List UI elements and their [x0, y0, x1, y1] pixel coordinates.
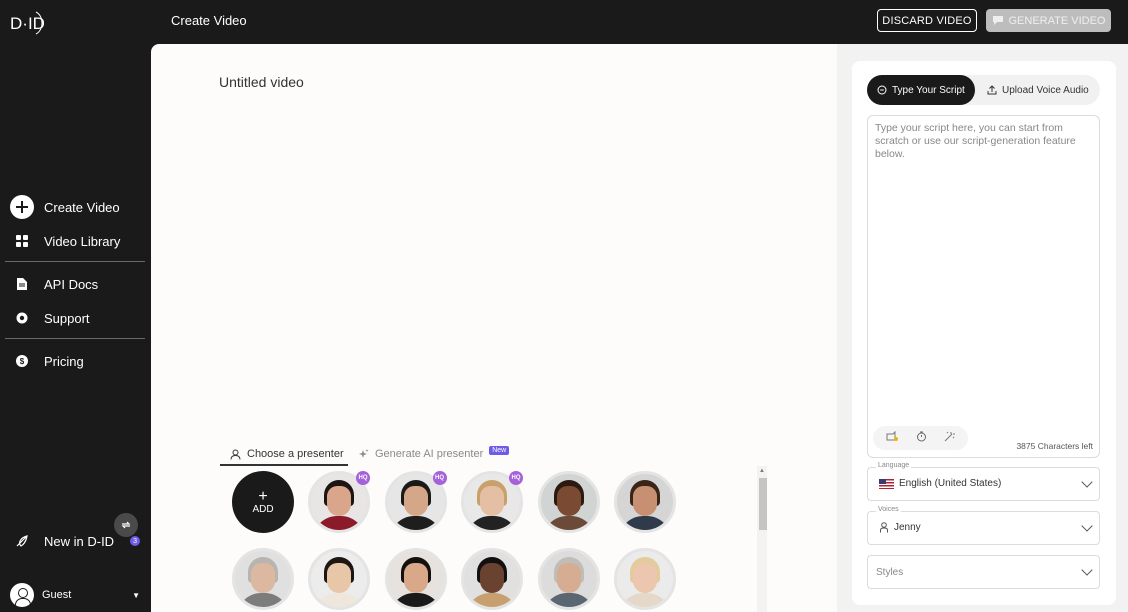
new-badge: New	[489, 445, 510, 455]
language-select[interactable]: Language English (United States)	[867, 462, 1100, 501]
tab-label: Choose a presenter	[247, 448, 344, 460]
chat-bubble-icon	[877, 85, 887, 95]
plus-icon: +	[258, 487, 268, 505]
timer-icon[interactable]	[916, 431, 927, 445]
presenter-woman-asian[interactable]	[308, 548, 370, 610]
tab-choose-presenter[interactable]: Choose a presenter	[230, 444, 344, 464]
script-textarea[interactable]: Type your script here, you can start fro…	[867, 115, 1100, 458]
sidebar-item-label: Video Library	[44, 233, 121, 249]
presenter-woman-grey[interactable]	[232, 548, 294, 610]
language-value-wrap: English (United States)	[879, 478, 1001, 489]
language-label: Language	[876, 462, 912, 469]
voice-person-icon	[880, 522, 888, 533]
magic-wand-icon[interactable]	[944, 431, 956, 445]
lifebuoy-icon	[10, 306, 34, 330]
page-title: Create Video	[171, 13, 247, 28]
presenter-woman-curly[interactable]	[537, 471, 600, 533]
presenter-woman-glasses[interactable]	[461, 548, 523, 610]
sidebar-item-support[interactable]: Support	[10, 306, 90, 330]
video-chat-icon	[992, 16, 1003, 25]
sidebar-item-api-docs[interactable]: API Docs	[10, 272, 98, 296]
add-presenter-button[interactable]: + ADD	[232, 471, 294, 533]
sidebar-divider	[5, 261, 145, 262]
swap-arrows-icon	[121, 521, 131, 529]
document-icon	[10, 272, 34, 296]
scroll-up-icon[interactable]: ▲	[759, 468, 765, 474]
caret-down-icon: ▼	[132, 590, 140, 600]
plus-circle-icon	[10, 195, 34, 219]
add-label: ADD	[252, 503, 274, 515]
sparkle-icon	[359, 448, 369, 458]
sparkle-feather-icon	[10, 529, 34, 553]
language-value: English (United States)	[899, 478, 1002, 489]
generate-video-label: GENERATE VIDEO	[1008, 14, 1106, 27]
person-icon	[230, 449, 241, 460]
video-canvas: Untitled video Choose a presenter Genera…	[151, 44, 837, 612]
tab-label: Generate AI presenter	[375, 448, 484, 460]
script-panel: Type Your Script Upload Voice Audio Type…	[852, 61, 1116, 605]
tab-label: Type Your Script	[892, 84, 965, 96]
chevron-down-icon	[1081, 520, 1093, 532]
voices-value-wrap: Jenny	[879, 522, 921, 533]
presenter-tabs: Choose a presenter Generate AI presenter…	[220, 444, 700, 466]
hq-badge: HQ	[432, 471, 447, 485]
sidebar-item-label: Create Video	[44, 199, 120, 215]
voices-select[interactable]: Voices Jenny	[867, 506, 1100, 545]
voices-value: Jenny	[894, 522, 921, 533]
characters-left: 3875 Characters left	[1016, 441, 1093, 451]
script-toolbar	[873, 426, 968, 450]
sidebar-item-pricing[interactable]: $ Pricing	[10, 349, 84, 373]
styles-select[interactable]: Styles	[867, 555, 1100, 589]
sidebar-item-create-video[interactable]: Create Video	[10, 195, 120, 219]
scrollbar-thumb[interactable]	[759, 478, 767, 530]
presenter-man-grey[interactable]	[537, 548, 600, 610]
discard-video-button[interactable]: DISCARD VIDEO	[877, 9, 977, 32]
tab-type-your-script[interactable]: Type Your Script	[867, 75, 975, 105]
dollar-icon: $	[10, 349, 34, 373]
tab-generate-ai-presenter[interactable]: Generate AI presenter New	[358, 444, 510, 464]
us-flag-icon	[879, 478, 894, 489]
d-id-logo[interactable]: D·ID	[10, 10, 44, 36]
svg-text:D·ID: D·ID	[10, 14, 44, 33]
switch-account-button[interactable]	[114, 513, 138, 537]
presenter-woman-dark-hair[interactable]	[384, 548, 447, 610]
generate-video-button[interactable]: GENERATE VIDEO	[986, 9, 1111, 32]
svg-text:$: $	[20, 357, 25, 366]
user-menu[interactable]: Guest ▼	[10, 583, 140, 607]
upload-icon	[987, 85, 997, 95]
voices-label: Voices	[876, 506, 901, 513]
sidebar-divider	[5, 338, 145, 339]
script-mode-toggle: Type Your Script Upload Voice Audio	[867, 75, 1100, 105]
sidebar-item-label: API Docs	[44, 276, 99, 292]
new-count-badge: 3	[130, 536, 141, 546]
video-title[interactable]: Untitled video	[219, 74, 304, 90]
top-bar: D·ID Create Video DISCARD VIDEO GENERATE…	[0, 0, 1128, 44]
chevron-down-icon	[1081, 564, 1093, 576]
avatar	[10, 583, 34, 607]
sidebar-item-label: New in D-ID	[44, 533, 115, 549]
sidebar: Create Video Video Library API Docs Supp…	[0, 44, 151, 612]
sidebar-item-label: Pricing	[44, 353, 84, 369]
presenter-woman-light-hair[interactable]	[614, 548, 676, 610]
hq-badge: HQ	[356, 471, 370, 485]
styles-placeholder: Styles	[876, 567, 904, 578]
chevron-down-icon	[1081, 476, 1093, 488]
presenter-scrollbar[interactable]: ▲	[757, 466, 767, 612]
sidebar-item-label: Support	[44, 310, 90, 326]
grid-icon	[10, 229, 34, 253]
tab-upload-voice-audio[interactable]: Upload Voice Audio	[977, 75, 1099, 105]
script-placeholder: Type your script here, you can start fro…	[875, 122, 1076, 160]
hq-badge: HQ	[509, 471, 523, 485]
pause-hand-icon[interactable]	[886, 430, 899, 445]
user-name: Guest	[42, 589, 72, 601]
sidebar-item-video-library[interactable]: Video Library	[10, 229, 120, 253]
presenter-man-beard[interactable]	[614, 471, 676, 533]
presenter-grid: + ADD HQ HQ HQ	[226, 466, 768, 612]
tab-label: Upload Voice Audio	[1002, 84, 1089, 96]
